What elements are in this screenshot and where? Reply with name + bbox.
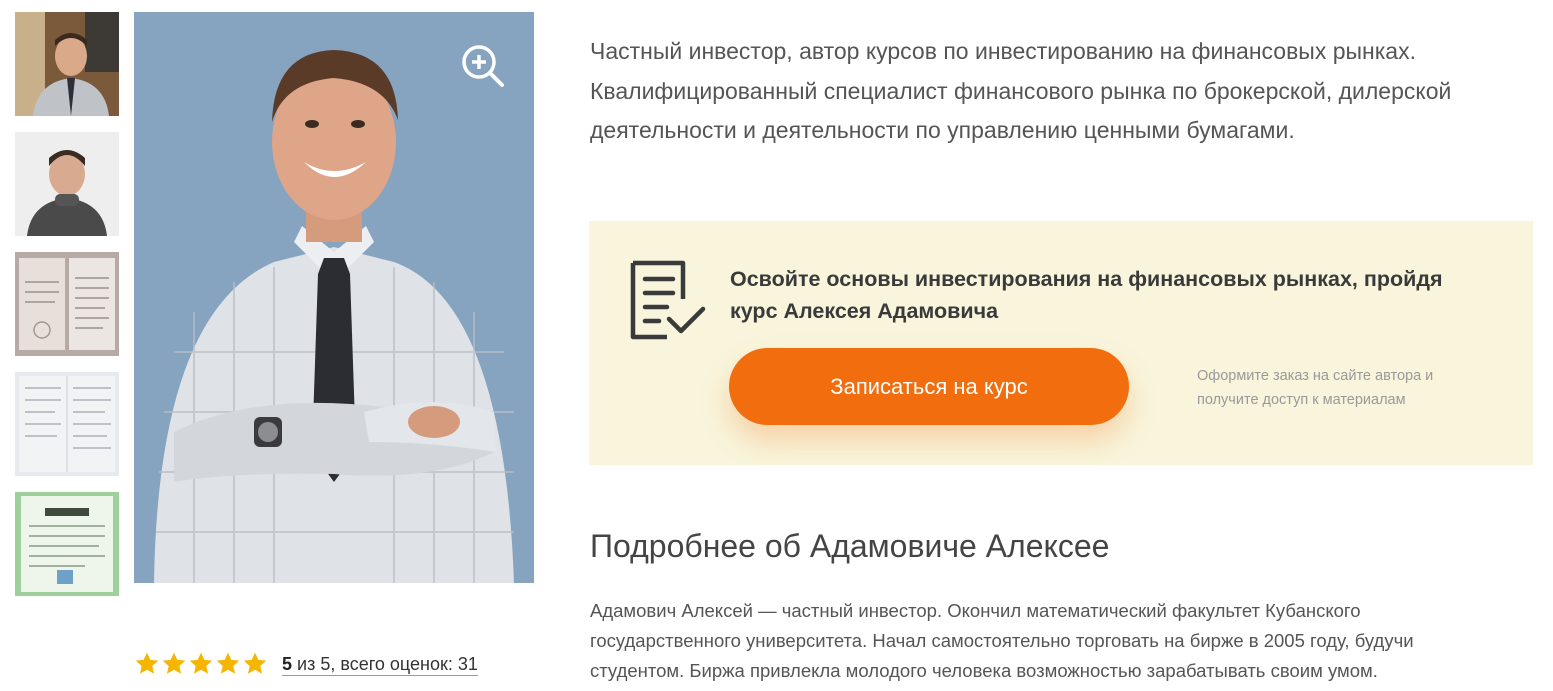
thumbnail-strip	[15, 12, 119, 612]
author-portrait	[154, 50, 514, 583]
zoom-in-icon[interactable]	[461, 44, 505, 88]
rating-stars[interactable]	[134, 651, 268, 677]
star-icon[interactable]	[188, 651, 214, 677]
rating-summary: 5 из 5, всего оценок: 31	[282, 653, 478, 676]
star-icon[interactable]	[134, 651, 160, 677]
rating-value: 5	[282, 653, 293, 674]
thumb-photo-office[interactable]	[15, 12, 119, 116]
thumb-photo-sweater[interactable]	[15, 132, 119, 236]
star-icon[interactable]	[215, 651, 241, 677]
rating-count-text: из 5, всего оценок: 31	[292, 653, 478, 674]
about-text: Адамович Алексей — частный инвестор. Око…	[590, 600, 1414, 681]
cta-title: Освойте основы инвестирования на финансо…	[730, 267, 1443, 323]
thumb-diploma[interactable]	[15, 252, 119, 356]
thumb-certificate[interactable]	[15, 372, 119, 476]
author-intro: Частный инвестор, автор курсов по инвест…	[590, 38, 1452, 143]
about-title: Подробнее об Адамовиче Алексее	[590, 528, 1110, 564]
thumb-attestat[interactable]	[15, 492, 119, 596]
star-icon[interactable]	[242, 651, 268, 677]
author-photo[interactable]	[134, 12, 534, 583]
course-cta: Освойте основы инвестирования на финансо…	[589, 221, 1533, 465]
document-check-icon	[630, 260, 706, 340]
star-icon[interactable]	[161, 651, 187, 677]
rating: 5 из 5, всего оценок: 31	[134, 650, 478, 678]
enroll-button[interactable]: Записаться на курс	[729, 348, 1129, 425]
cta-note: Оформите заказ на сайте автора и получит…	[1197, 368, 1434, 408]
